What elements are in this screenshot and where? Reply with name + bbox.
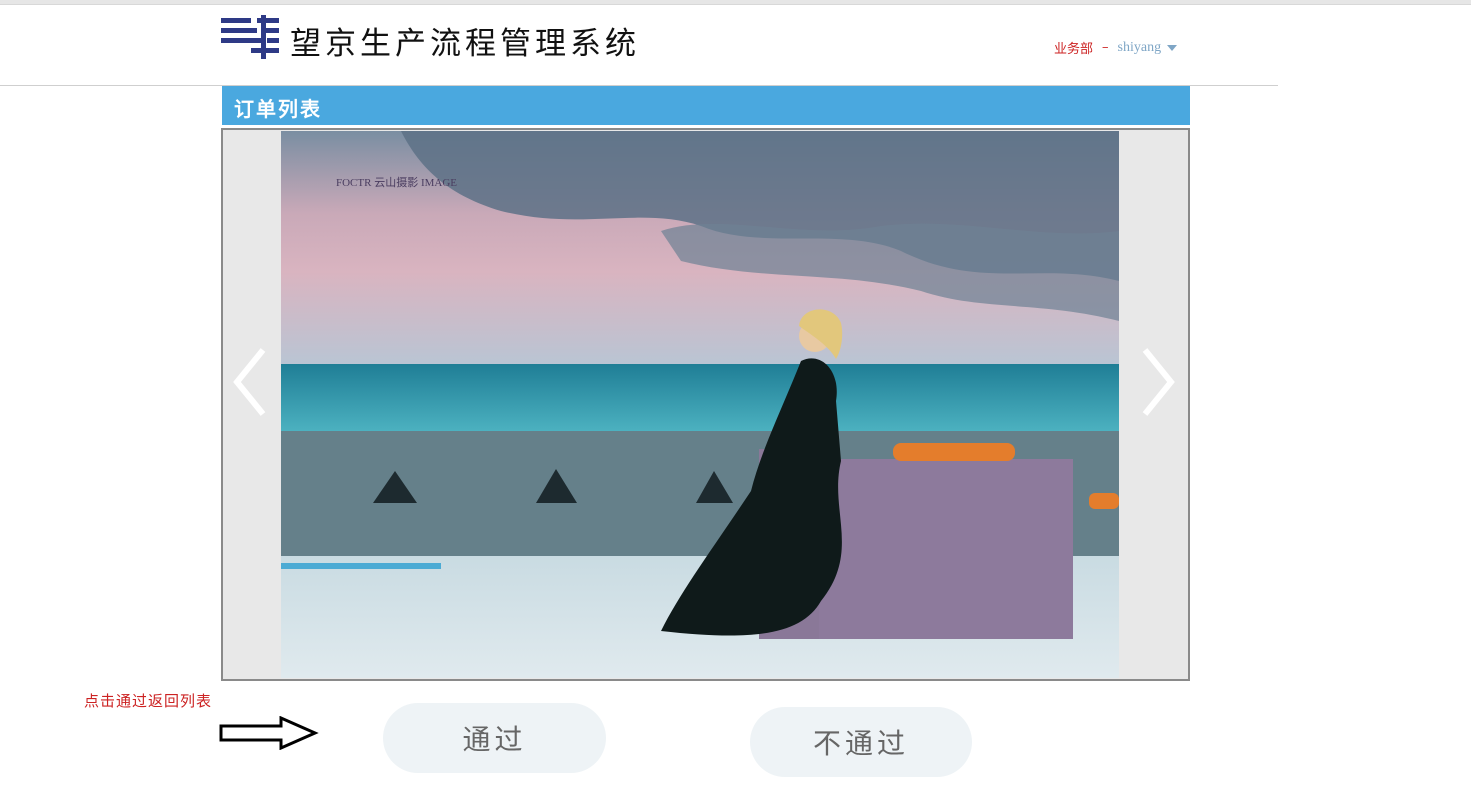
section-header: 订单列表 <box>222 86 1190 125</box>
image-carousel: FOCTR 云山摄影 IMAGE <box>221 128 1190 681</box>
app-title: 望京生产流程管理系统 <box>290 26 640 62</box>
caret-down-icon[interactable] <box>1167 44 1178 51</box>
reject-button[interactable]: 不通过 <box>750 707 972 777</box>
company-logo <box>221 15 279 59</box>
pass-button[interactable]: 通过 <box>383 703 606 773</box>
carousel-photo: FOCTR 云山摄影 IMAGE <box>281 131 1119 678</box>
department-label: 业务部 <box>1054 42 1094 57</box>
chevron-right-icon[interactable] <box>1131 342 1181 422</box>
user-menu[interactable]: 业务部 – shiyang <box>1054 38 1178 57</box>
section-title: 订单列表 <box>234 97 322 121</box>
photo-watermark: FOCTR 云山摄影 IMAGE <box>336 175 457 189</box>
username[interactable]: shiyang <box>1118 40 1162 56</box>
separator: – <box>1102 40 1109 55</box>
chevron-left-icon[interactable] <box>227 342 277 422</box>
arrow-right-icon <box>219 716 319 750</box>
hint-text: 点击通过返回列表 <box>84 692 213 710</box>
header: 望京生产流程管理系统 业务部 – shiyang <box>0 5 1471 86</box>
